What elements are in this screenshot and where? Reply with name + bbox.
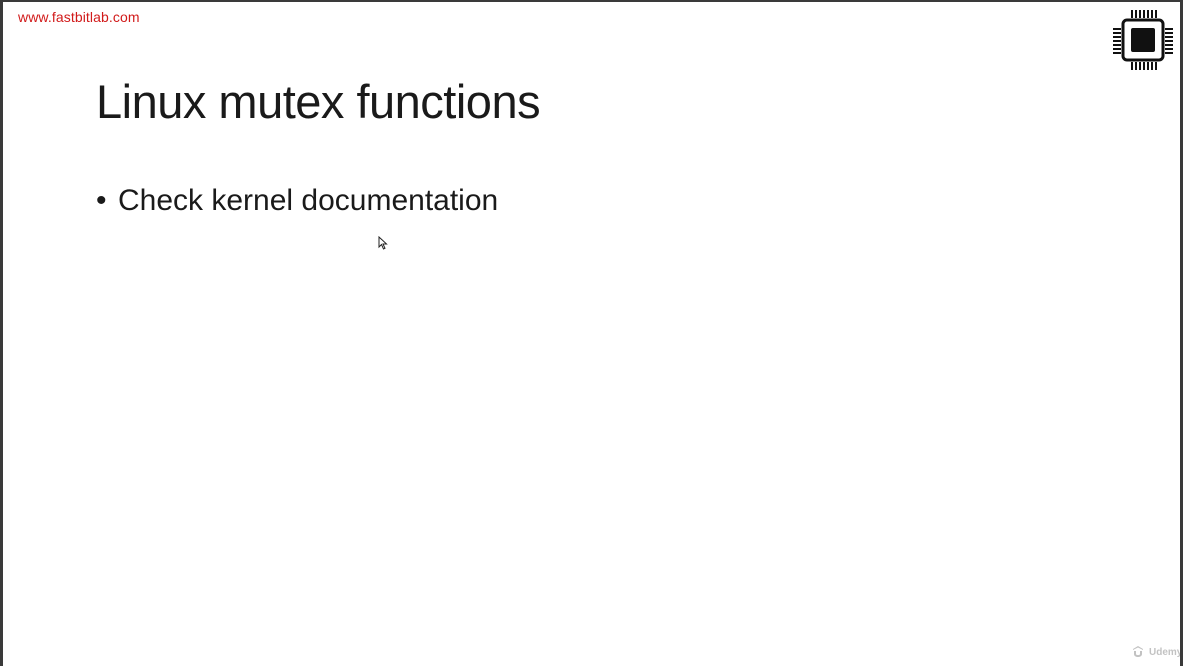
chip-icon <box>1113 10 1173 70</box>
udemy-logo-icon <box>1133 646 1143 657</box>
bullet-dot: • <box>96 184 107 217</box>
bullet-list: • Check kernel documentation <box>96 184 498 218</box>
slide-title: Linux mutex functions <box>96 75 541 128</box>
site-url-text: www.fastbitlab.com <box>18 9 140 25</box>
mouse-cursor-icon <box>378 236 388 250</box>
slide-frame: www.fastbitlab.com Linux mutex functions… <box>0 0 1183 666</box>
watermark-text: Udemy <box>1149 646 1183 658</box>
udemy-watermark: Udemy <box>1131 645 1183 659</box>
bullet-text: Check kernel documentation <box>118 184 499 217</box>
bullet-item: • Check kernel documentation <box>96 184 498 218</box>
